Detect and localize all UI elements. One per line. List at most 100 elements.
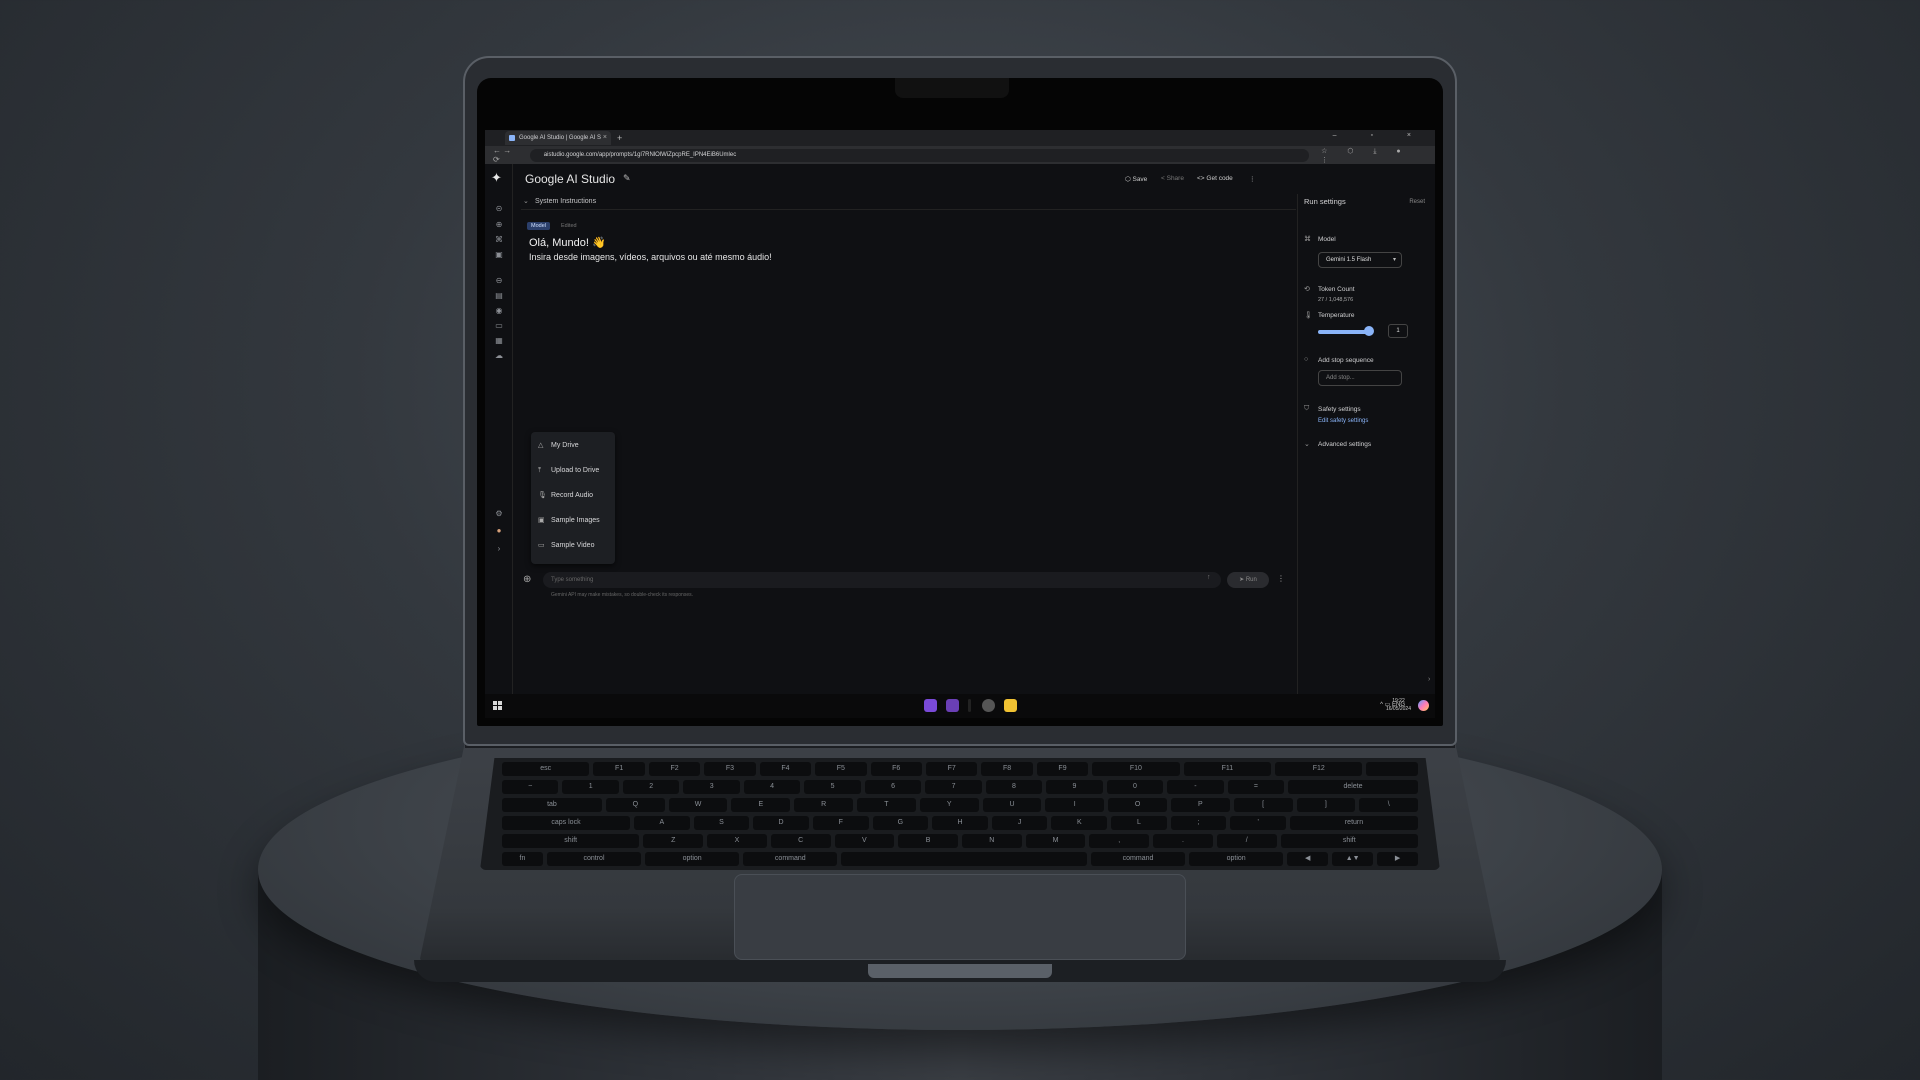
keyboard-key[interactable]: F12 <box>1275 762 1363 776</box>
keyboard-key[interactable]: F11 <box>1183 762 1272 776</box>
keyboard-key[interactable]: 1 <box>562 780 619 794</box>
chevron-down-icon[interactable]: ⌄ <box>1304 440 1310 448</box>
copilot-icon[interactable] <box>1418 700 1429 711</box>
book-icon[interactable]: ▭ <box>494 321 504 330</box>
ai-studio-logo-icon[interactable]: ✦ <box>491 170 502 186</box>
keyboard-key[interactable]: C <box>770 834 831 848</box>
keyboard-key[interactable]: ▲▼ <box>1332 852 1374 866</box>
file-explorer-app-icon[interactable] <box>1004 699 1017 712</box>
keyboard-key[interactable]: F6 <box>870 762 922 776</box>
window-controls[interactable]: – ▫ × <box>1333 132 1427 139</box>
keyboard-key[interactable]: return <box>1290 816 1418 830</box>
keyboard-key[interactable]: tab <box>502 798 602 812</box>
share-button[interactable]: < Share <box>1161 175 1184 182</box>
keyboard-key[interactable]: 9 <box>1046 780 1103 794</box>
keyboard-key[interactable]: shift <box>1280 834 1418 848</box>
navigation-buttons[interactable]: ← → ⟳ <box>493 146 520 164</box>
temperature-slider[interactable] <box>1318 330 1369 334</box>
edit-safety-settings-link[interactable]: Edit safety settings <box>1318 418 1368 424</box>
save-button[interactable]: ⬡ Save <box>1125 175 1147 183</box>
library-icon[interactable]: ▣ <box>494 250 504 259</box>
document-icon[interactable]: ▤ <box>494 291 504 300</box>
keyboard-key[interactable]: Q <box>605 798 665 812</box>
keyboard-key[interactable]: F3 <box>704 762 756 776</box>
visual-studio-app-icon[interactable] <box>946 699 959 712</box>
keyboard-key[interactable]: / <box>1216 834 1277 848</box>
windows-start-icon[interactable] <box>493 701 502 710</box>
keyboard-key[interactable]: [ <box>1233 798 1293 812</box>
advanced-settings-label[interactable]: Advanced settings <box>1318 441 1371 448</box>
tune-icon[interactable]: ⌘ <box>494 235 504 244</box>
keyboard-key[interactable]: W <box>668 798 728 812</box>
keyboard-key[interactable]: caps lock <box>502 816 630 830</box>
keyboard-key[interactable]: G <box>872 816 929 830</box>
keyboard-key[interactable]: command <box>743 852 838 866</box>
keyboard-key[interactable] <box>841 852 1087 866</box>
address-bar[interactable]: aistudio.google.com/app/prompts/1gl7RNlO… <box>529 148 1310 162</box>
menu-item-sample-video[interactable]: ▭ Sample Video <box>531 534 615 558</box>
keyboard-key[interactable]: ] <box>1296 798 1356 812</box>
keyboard-key[interactable]: 8 <box>985 780 1043 794</box>
keyboard-key[interactable]: I <box>1045 798 1105 812</box>
browser-tab[interactable]: Google AI Studio | Google AI S × <box>505 131 611 145</box>
taskbar-clock[interactable]: 19:22 16/05/2024 <box>1386 697 1411 713</box>
lightbulb-icon[interactable]: ◉ <box>494 306 504 315</box>
prompt-input[interactable]: Type something <box>543 572 1221 588</box>
keyboard-key[interactable]: option <box>645 852 740 866</box>
keyboard-key[interactable]: control <box>546 852 642 866</box>
keyboard-key[interactable]: 7 <box>925 780 982 794</box>
keyboard-key[interactable]: delete <box>1288 780 1418 794</box>
keyboard-key[interactable]: . <box>1153 834 1213 848</box>
forum-icon[interactable]: ▦ <box>494 336 504 345</box>
keyboard-key[interactable]: command <box>1090 852 1186 866</box>
collapse-panel-icon[interactable]: › <box>1428 676 1430 683</box>
keyboard-key[interactable]: R <box>794 798 854 812</box>
run-button[interactable]: ➤ Run <box>1227 572 1269 588</box>
keyboard-key[interactable]: F1 <box>593 762 645 776</box>
keyboard-key[interactable]: F9 <box>1036 762 1089 776</box>
taskbar-app-icon[interactable] <box>968 699 971 712</box>
keyboard-key[interactable] <box>1366 762 1418 776</box>
keyboard-key[interactable]: = <box>1227 780 1285 794</box>
keyboard-key[interactable]: 6 <box>864 780 922 794</box>
menu-item-record-audio[interactable]: 🎙︎ Record Audio <box>531 484 615 508</box>
stop-sequence-input[interactable]: Add stop... <box>1318 370 1402 386</box>
chat-prompt-icon[interactable]: ⊝ <box>494 204 504 213</box>
system-instructions-toggle[interactable]: ⌄ System Instructions <box>521 194 1296 210</box>
keyboard-key[interactable]: D <box>753 816 809 830</box>
keyboard-key[interactable]: U <box>982 798 1042 812</box>
keyboard-key[interactable]: option <box>1189 852 1284 866</box>
keyboard-key[interactable]: ▶ <box>1377 852 1419 866</box>
keyboard-key[interactable]: L <box>1111 816 1167 830</box>
keyboard-key[interactable]: \ <box>1359 798 1419 812</box>
keyboard-key[interactable]: F <box>812 816 869 830</box>
keyboard-key[interactable]: P <box>1170 798 1230 812</box>
expand-rail-icon[interactable]: › <box>494 544 504 553</box>
keyboard-key[interactable]: H <box>932 816 988 830</box>
menu-item-sample-images[interactable]: ▣ Sample Images <box>531 509 615 533</box>
keyboard-key[interactable]: 3 <box>683 780 740 794</box>
keyboard-key[interactable]: S <box>693 816 750 830</box>
clipchamp-app-icon[interactable] <box>924 699 937 712</box>
keyboard-key[interactable]: ◀ <box>1287 852 1329 866</box>
keyboard-key[interactable]: ' <box>1230 816 1287 830</box>
keyboard-key[interactable]: - <box>1167 780 1224 794</box>
keyboard-key[interactable]: 5 <box>804 780 861 794</box>
edit-title-pencil-icon[interactable]: ✎ <box>623 173 631 184</box>
browser-toolbar-icons[interactable]: ☆ ⬡ ⤓ ● ⋮ <box>1321 147 1435 164</box>
keyboard-key[interactable]: F5 <box>815 762 867 776</box>
more-options-icon[interactable]: ⋮ <box>1249 175 1256 183</box>
close-tab-icon[interactable]: × <box>603 131 607 145</box>
keyboard-key[interactable]: V <box>834 834 895 848</box>
temperature-input[interactable]: 1 <box>1388 324 1408 338</box>
keyboard-key[interactable]: F4 <box>759 762 812 776</box>
chrome-app-icon[interactable] <box>982 699 995 712</box>
menu-item-upload-to-drive[interactable]: ⤒ Upload to Drive <box>531 459 615 483</box>
add-media-icon[interactable]: ⊕ <box>523 574 531 585</box>
keyboard-key[interactable]: ~ <box>502 780 559 794</box>
keyboard-key[interactable]: F10 <box>1092 762 1180 776</box>
keyboard-key[interactable]: K <box>1051 816 1108 830</box>
keyboard-key[interactable]: N <box>961 834 1022 848</box>
keyboard-key[interactable]: M <box>1025 834 1086 848</box>
settings-gear-icon[interactable]: ⚙ <box>494 509 504 518</box>
